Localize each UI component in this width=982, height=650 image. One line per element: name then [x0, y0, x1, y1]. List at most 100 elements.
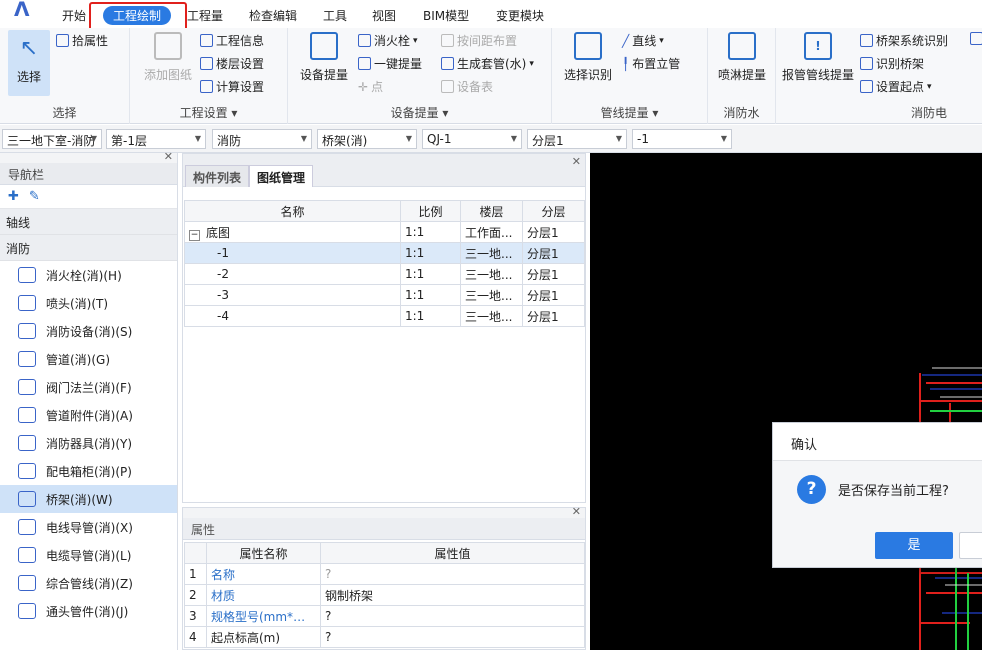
select-recognize-button[interactable]: 选择识别	[560, 32, 616, 83]
select-recognize-icon	[574, 32, 602, 60]
riser-button[interactable]: ╿ 布置立管	[622, 55, 680, 72]
row-floor: 三一地...	[460, 305, 523, 327]
nav-item-pipe-accessory[interactable]: 管道附件(消)(A)	[0, 401, 177, 429]
row-scale: 1:1	[400, 284, 461, 306]
nav-title: 导航栏	[0, 163, 177, 185]
nav-item-sprinkler[interactable]: 喷头(消)(T)	[0, 289, 177, 317]
sprinkler-quantity-button[interactable]: 喷淋提量	[714, 32, 770, 83]
tab-drawing[interactable]: 工程绘制	[103, 6, 172, 25]
col-name: 名称	[184, 200, 401, 222]
distribution-box-icon	[18, 463, 36, 479]
question-icon: ?	[797, 475, 826, 504]
component-type-combo[interactable]: 桥架(消) ▼	[317, 129, 417, 149]
prop-value[interactable]: ?	[320, 605, 585, 627]
more-icon[interactable]	[970, 32, 982, 45]
nav-section-axis[interactable]: 轴线	[0, 209, 177, 235]
project-info-button[interactable]: 工程信息	[200, 32, 264, 49]
nav-item-valve[interactable]: 阀门法兰(消)(F)	[0, 373, 177, 401]
table-row[interactable]: -4 1:1 三一地... 分层1	[184, 305, 585, 327]
table-row[interactable]: 1 名称 ?	[184, 563, 585, 585]
prop-value[interactable]: ?	[320, 626, 585, 648]
collapse-icon[interactable]: −	[189, 229, 200, 241]
edit-icon[interactable]: ✎	[29, 189, 40, 204]
tab-change[interactable]: 变更模块	[496, 7, 544, 24]
chevron-down-icon: ▾	[529, 58, 534, 69]
tab-start[interactable]: 开始	[62, 7, 86, 24]
set-start-button[interactable]: 设置起点 ▾	[860, 78, 932, 95]
discipline-combo[interactable]: 消防 ▼	[212, 129, 312, 149]
group-label-project[interactable]: 工程设置 ▾	[130, 104, 287, 121]
floor-settings-button[interactable]: 楼层设置	[200, 55, 264, 72]
chevron-down-icon: ▾	[442, 106, 449, 120]
discipline-combo-value: 消防	[217, 134, 242, 148]
drawing-combo[interactable]: -1 ▼	[632, 129, 732, 149]
component-combo[interactable]: QJ-1 ▼	[422, 129, 522, 149]
equipment-table-button[interactable]: 设备表	[441, 78, 493, 95]
prop-value[interactable]: 钢制桥架	[320, 584, 585, 606]
generate-sleeve-button[interactable]: 生成套管(水) ▾	[441, 55, 534, 72]
table-row[interactable]: 4 起点标高(m) ?	[184, 626, 585, 648]
tab-drawing-manager[interactable]: 图纸管理	[249, 165, 314, 187]
nav-item-cable-tray[interactable]: 桥架(消)(W)	[0, 485, 177, 513]
project-combo[interactable]: 三一地下室-消防 ▼	[2, 129, 102, 149]
nav-item-cable-conduit[interactable]: 电缆导管(消)(L)	[0, 541, 177, 569]
sleeve-icon	[441, 57, 454, 70]
hydrant-label: 消火栓	[374, 34, 411, 48]
drawing-canvas[interactable]	[590, 153, 982, 650]
add-drawing-button[interactable]: 添加图纸	[142, 32, 194, 83]
table-row[interactable]: − 底图 1:1 工作面... 分层1	[184, 221, 585, 243]
nav-section-fire[interactable]: 消防	[0, 235, 177, 261]
new-icon[interactable]: ✚	[8, 189, 19, 204]
table-row[interactable]: -1 1:1 三一地... 分层1	[184, 242, 585, 264]
yes-button[interactable]: 是	[875, 532, 953, 559]
nav-item-fire-equipment[interactable]: 消防设备(消)(S)	[0, 317, 177, 345]
tab-tools[interactable]: 工具	[323, 7, 347, 24]
calc-settings-button[interactable]: 计算设置	[200, 78, 264, 95]
nav-item-fitting[interactable]: 通头管件(消)(J)	[0, 597, 177, 625]
hydrant-button[interactable]: 消火栓 ▾	[358, 32, 418, 49]
table-row[interactable]: 2 材质 钢制桥架	[184, 584, 585, 606]
tab-view[interactable]: 视图	[372, 7, 396, 24]
recognize-tray-button[interactable]: 识别桥架	[860, 55, 924, 72]
row-layer: 分层1	[522, 284, 585, 306]
nav-item-pipe[interactable]: 管道(消)(G)	[0, 345, 177, 373]
tab-component-list[interactable]: 构件列表	[185, 165, 250, 187]
prop-name: 规格型号(mm*mm)	[206, 605, 321, 627]
nav-item-combined-pipeline[interactable]: 综合管线(消)(Z)	[0, 569, 177, 597]
table-row[interactable]: 3 规格型号(mm*mm) ?	[184, 605, 585, 627]
select-button-content[interactable]: ↖ 选择	[10, 36, 48, 85]
close-icon[interactable]: ✕	[572, 155, 581, 168]
one-key-quantity-button[interactable]: 一键提量	[358, 55, 422, 72]
prop-name: 材质	[206, 584, 321, 606]
no-button[interactable]	[959, 532, 982, 559]
tab-quantity[interactable]: 工程量	[187, 7, 223, 24]
spacing-layout-button[interactable]: 按间距布置	[441, 32, 517, 49]
layer-combo[interactable]: 分层1 ▼	[527, 129, 627, 149]
nav-item-fire-appliance[interactable]: 消防器具(消)(Y)	[0, 429, 177, 457]
prop-name: 名称	[206, 563, 321, 585]
row-floor: 三一地...	[460, 242, 523, 264]
equipment-quantity-button[interactable]: 设备提量	[298, 32, 350, 83]
close-icon[interactable]: ✕	[572, 505, 581, 518]
point-button[interactable]: ✛ 点	[358, 78, 383, 95]
project-combo-value: 三一地下室-消防	[7, 134, 96, 148]
floor-combo[interactable]: 第-1层 ▼	[106, 129, 206, 149]
tab-check-edit[interactable]: 检查编辑	[249, 7, 297, 24]
close-icon[interactable]: ✕	[164, 150, 173, 163]
valve-icon	[18, 379, 36, 395]
alarm-pipeline-quantity-button[interactable]: ! 报管管线提量	[780, 32, 856, 83]
group-label-equipment[interactable]: 设备提量 ▾	[288, 104, 551, 121]
floor-combo-value: 第-1层	[111, 134, 147, 148]
tray-system-recognize-button[interactable]: 桥架系统识别	[860, 32, 948, 49]
prop-value[interactable]: ?	[320, 563, 585, 585]
table-row[interactable]: -2 1:1 三一地... 分层1	[184, 263, 585, 285]
nav-item-wire-conduit[interactable]: 电线导管(消)(X)	[0, 513, 177, 541]
straight-line-button[interactable]: ╱ 直线 ▾	[622, 32, 664, 49]
tab-bim[interactable]: BIM模型	[423, 7, 469, 24]
pick-attr-button[interactable]: 拾属性	[56, 32, 108, 49]
nav-item-distribution-box[interactable]: 配电箱柜(消)(P)	[0, 457, 177, 485]
confirm-dialog: 确认 ? 是否保存当前工程? 是	[772, 422, 982, 568]
group-label-pipeline[interactable]: 管线提量 ▾	[552, 104, 707, 121]
table-row[interactable]: -3 1:1 三一地... 分层1	[184, 284, 585, 306]
nav-item-hydrant[interactable]: 消火栓(消)(H)	[0, 261, 177, 289]
